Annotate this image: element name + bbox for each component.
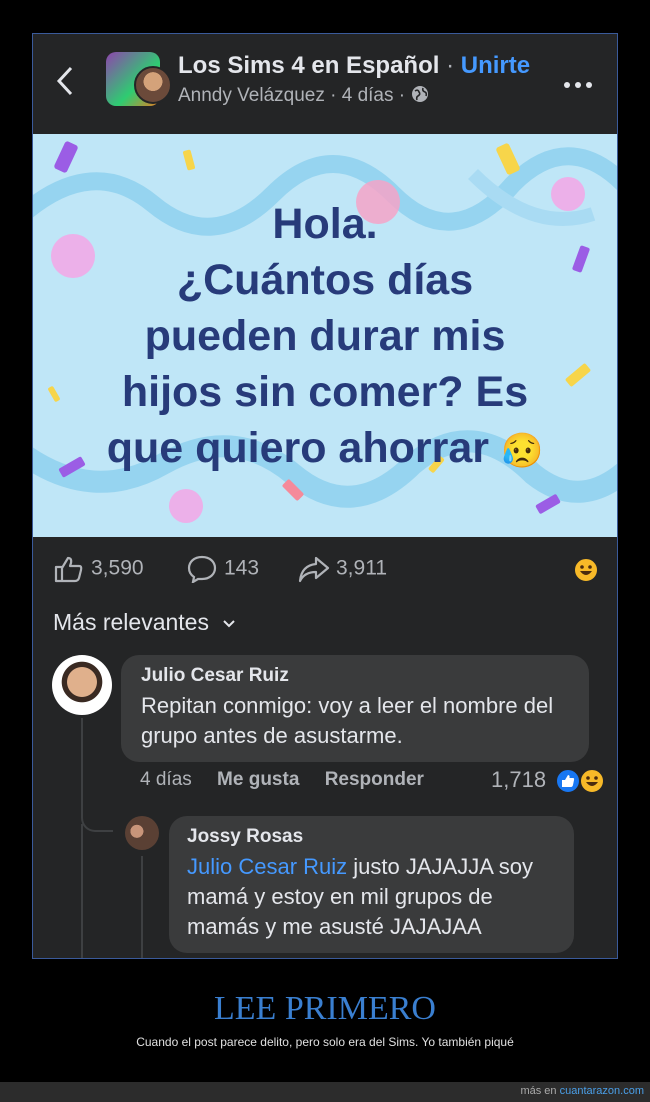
- comments-count: 143: [224, 556, 260, 580]
- comment-meta: 4 días Me gusta Responder: [140, 769, 444, 791]
- comment-reaction-count[interactable]: 1,718: [491, 767, 546, 793]
- caption-subtitle: Cuando el post parece delito, pero solo …: [136, 1035, 514, 1049]
- reply-mention-link[interactable]: Julio Cesar Ruiz: [187, 854, 347, 879]
- chevron-down-icon: [215, 609, 237, 635]
- reply-sub-thread-line: [141, 856, 143, 958]
- replier-name[interactable]: Jossy Rosas: [187, 826, 556, 848]
- haha-reaction-icon[interactable]: [573, 557, 599, 583]
- group-avatars[interactable]: [106, 52, 172, 108]
- post-text-line: Hola.: [272, 200, 378, 248]
- post-text-line: pueden durar mis: [144, 312, 506, 360]
- author-avatar[interactable]: [134, 66, 172, 104]
- share-action[interactable]: 3,911: [298, 555, 387, 583]
- join-group-button[interactable]: Unirte: [461, 52, 530, 79]
- post-text-line: que quiero ahorrar 😥: [33, 420, 617, 479]
- replier-avatar[interactable]: [125, 816, 159, 850]
- post-subline: Anndy Velázquez · 4 días ·: [178, 84, 430, 107]
- commenter-name[interactable]: Julio Cesar Ruiz: [141, 665, 569, 687]
- author-name-link[interactable]: Anndy Velázquez: [178, 85, 325, 106]
- post-text: Hola. ¿Cuántos días pueden durar mis hij…: [33, 196, 617, 479]
- post-image[interactable]: Hola. ¿Cuántos días pueden durar mis hij…: [33, 134, 617, 537]
- share-arrow-icon: [298, 555, 330, 583]
- post-header: Los Sims 4 en Español · Unirte Anndy Vel…: [33, 34, 617, 134]
- comment-sort-dropdown[interactable]: Más relevantes: [53, 609, 237, 636]
- globe-icon: [410, 85, 430, 106]
- comment-time[interactable]: 4 días: [140, 769, 192, 790]
- comment-text: Repitan conmigo: voy a leer el nombre de…: [141, 693, 554, 748]
- post-text-line: ¿Cuántos días: [176, 256, 474, 304]
- comment-bubble-icon: [186, 555, 218, 585]
- comment-bubble: Julio Cesar Ruiz Repitan conmigo: voy a …: [121, 655, 589, 762]
- footer-bar: más en cuantarazon.com: [0, 1082, 650, 1102]
- subline-separator: ·: [330, 85, 337, 106]
- sort-label: Más relevantes: [53, 609, 209, 635]
- caption-title: LEE PRIMERO: [214, 990, 436, 1027]
- post-text-last-line: que quiero ahorrar: [106, 424, 489, 472]
- group-name-link[interactable]: Los Sims 4 en Español: [178, 52, 439, 79]
- reply-text: Julio Cesar Ruiz justo JAJAJJA soy mamá …: [187, 852, 556, 942]
- reply-bubble: Jossy Rosas Julio Cesar Ruiz justo JAJAJ…: [169, 816, 574, 953]
- post-frame: Los Sims 4 en Español · Unirte Anndy Vel…: [32, 33, 618, 959]
- like-action[interactable]: 3,590: [53, 555, 144, 583]
- haha-reaction-icon[interactable]: [579, 768, 605, 794]
- post-actions: 3,590 143 3,911: [33, 537, 617, 607]
- sad-emoji: 😥: [500, 432, 544, 470]
- reply-thread-line: [81, 718, 113, 832]
- comment-action[interactable]: 143: [186, 555, 260, 585]
- commenter-avatar[interactable]: [52, 655, 112, 715]
- footer-prefix: más en: [520, 1085, 560, 1097]
- like-reaction-icon[interactable]: [555, 768, 581, 794]
- likes-count: 3,590: [91, 556, 144, 580]
- comment-like-button[interactable]: Me gusta: [217, 769, 299, 790]
- post-text-line: hijos sin comer? Es: [121, 368, 529, 416]
- footer-site-link[interactable]: cuantarazon.com: [560, 1085, 644, 1097]
- thread-continuation-line: [81, 824, 83, 958]
- more-options-icon[interactable]: [563, 64, 593, 98]
- footer-text: más en cuantarazon.com: [520, 1085, 644, 1097]
- post-time-link[interactable]: 4 días: [342, 85, 394, 106]
- comment-reply-button[interactable]: Responder: [325, 769, 424, 790]
- thumbs-up-icon: [53, 555, 85, 583]
- back-icon[interactable]: [55, 64, 85, 100]
- subline-separator: ·: [398, 85, 406, 106]
- post-title-line: Los Sims 4 en Español · Unirte: [178, 52, 530, 80]
- title-separator: ·: [446, 52, 455, 79]
- shares-count: 3,911: [336, 556, 387, 580]
